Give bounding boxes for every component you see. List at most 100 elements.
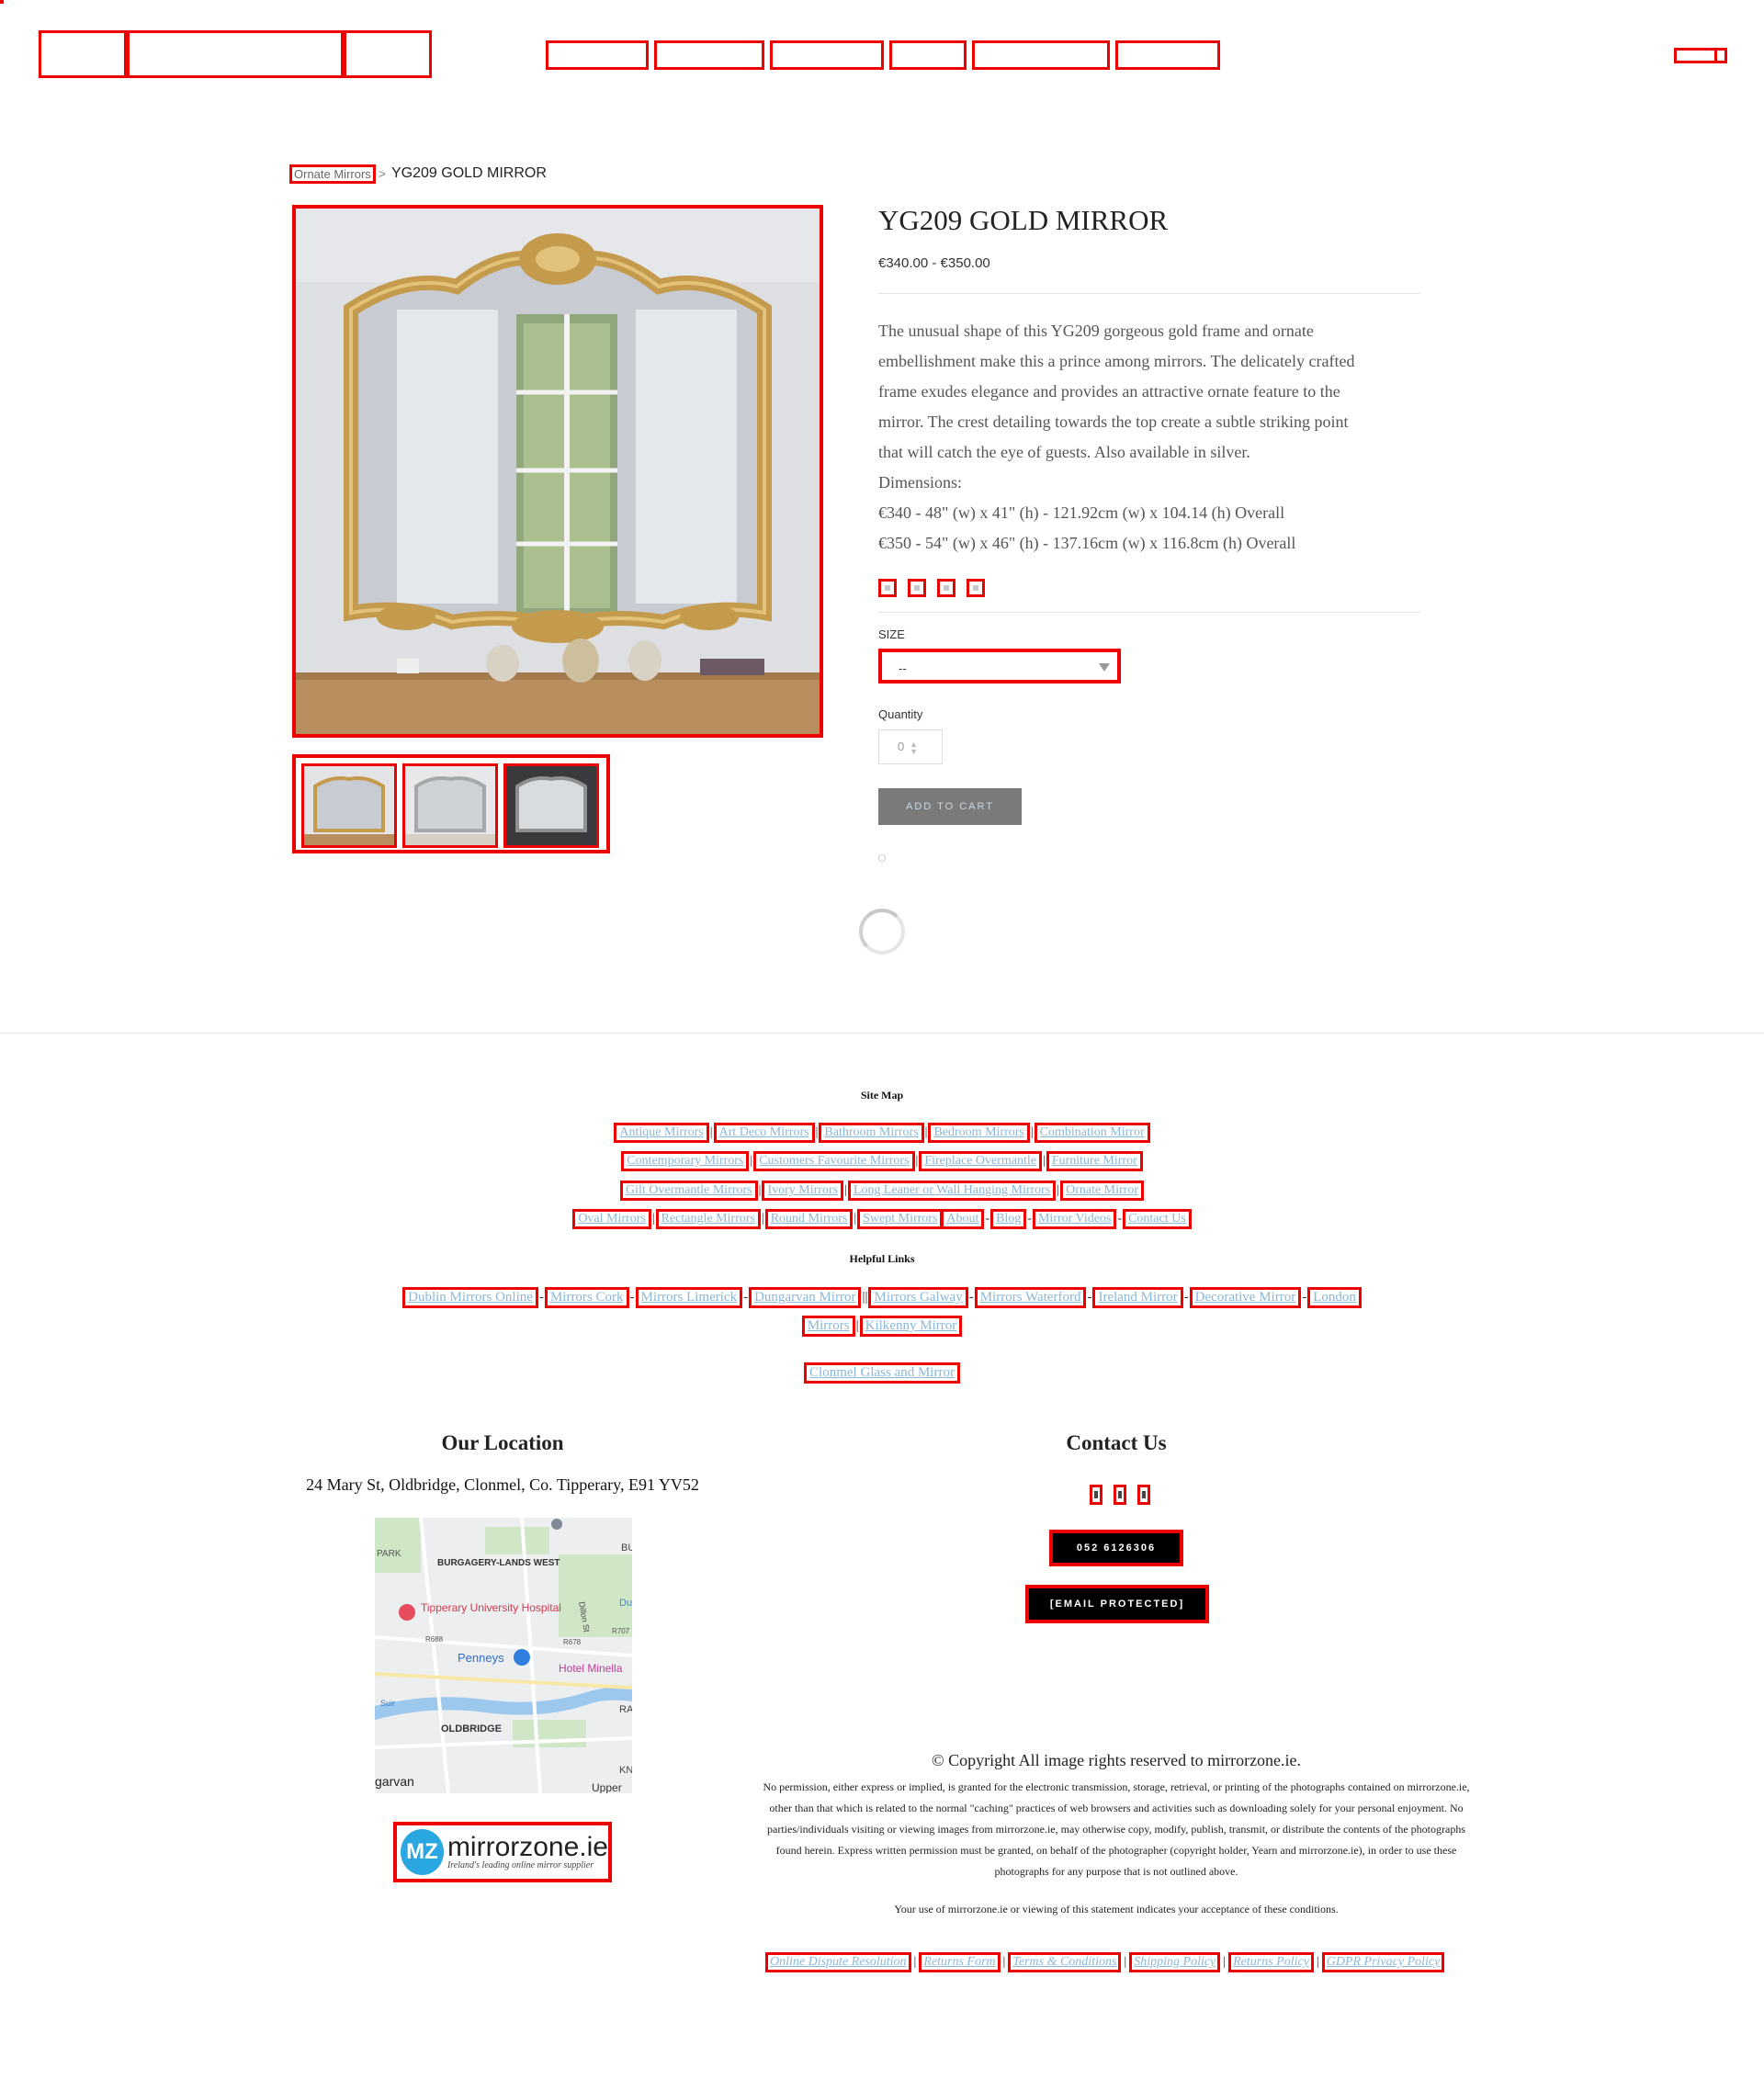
separator: | bbox=[758, 1183, 762, 1197]
link-decorative-mirror[interactable]: Decorative Mirror bbox=[1189, 1287, 1302, 1308]
email-share-icon[interactable] bbox=[967, 579, 985, 597]
link-combination-mirror[interactable]: Combination Mirror bbox=[1034, 1123, 1150, 1143]
stepper-arrows-icon[interactable]: ▲ ▼ bbox=[910, 740, 918, 756]
logo-part-1[interactable] bbox=[39, 30, 127, 78]
twitter-icon[interactable] bbox=[908, 579, 926, 597]
thumb-gold-illustration bbox=[304, 766, 394, 845]
link-mirror-videos[interactable]: Mirror Videos bbox=[1032, 1209, 1117, 1229]
cart-icon[interactable] bbox=[1674, 48, 1727, 63]
link-gilt-overmantle[interactable]: Gilt Overmantle Mirrors bbox=[620, 1181, 758, 1201]
link-london-mirrors-cont[interactable]: Mirrors bbox=[801, 1316, 855, 1337]
nav-item-5[interactable] bbox=[972, 40, 1110, 70]
link-fireplace-overmantle[interactable]: Fireplace Overmantle bbox=[919, 1151, 1043, 1171]
link-shipping-policy[interactable]: Shipping Policy bbox=[1129, 1952, 1221, 1972]
thumbnail-1[interactable] bbox=[301, 763, 397, 848]
link-mirrors-waterford[interactable]: Mirrors Waterford bbox=[974, 1287, 1087, 1308]
link-ornate-mirror[interactable]: Ornate Mirror bbox=[1060, 1181, 1144, 1201]
quantity-value: 0 bbox=[898, 740, 905, 753]
link-mirrors-cork[interactable]: Mirrors Cork bbox=[544, 1287, 629, 1308]
link-about[interactable]: About bbox=[941, 1209, 985, 1229]
link-round-mirrors[interactable]: Round Mirrors bbox=[764, 1209, 854, 1229]
link-ireland-mirror[interactable]: Ireland Mirror bbox=[1092, 1287, 1183, 1308]
link-dungarvan-mirror[interactable]: Dungarvan Mirror bbox=[749, 1287, 862, 1308]
link-returns-form[interactable]: Returns Form bbox=[919, 1952, 1001, 1972]
separator: | bbox=[815, 1125, 819, 1139]
product-main-image[interactable] bbox=[292, 205, 823, 738]
location-map[interactable]: PARK BURGAGERY-LANDS WEST Tipperary Univ… bbox=[375, 1518, 632, 1793]
separator: || bbox=[862, 1290, 868, 1305]
quantity-stepper[interactable]: 0 ▲ ▼ bbox=[878, 729, 943, 764]
logo-part-3[interactable] bbox=[344, 30, 432, 78]
link-dublin-mirrors[interactable]: Dublin Mirrors Online bbox=[402, 1287, 538, 1308]
nav-item-1[interactable] bbox=[546, 40, 649, 70]
link-oval-mirrors[interactable]: Oval Mirrors bbox=[572, 1209, 651, 1229]
header-logo[interactable] bbox=[39, 30, 432, 78]
link-art-deco-mirrors[interactable]: Art Deco Mirrors bbox=[713, 1123, 815, 1143]
phone-icon[interactable] bbox=[1090, 1485, 1102, 1505]
pinterest-icon[interactable] bbox=[937, 579, 956, 597]
link-london-mirrors[interactable]: London bbox=[1307, 1287, 1362, 1308]
link-returns-policy[interactable]: Returns Policy bbox=[1228, 1952, 1314, 1972]
link-antique-mirrors[interactable]: Antique Mirrors bbox=[614, 1123, 709, 1143]
site-map-row-3: Gilt Overmantle Mirrors | Ivory Mirrors | … bbox=[0, 1181, 1764, 1201]
separator: - bbox=[968, 1290, 974, 1305]
mirrorzone-logo[interactable]: MZ mirrorzone.ie Ireland's leading onlin… bbox=[393, 1822, 612, 1882]
facebook-icon[interactable] bbox=[878, 579, 897, 597]
nav-item-2[interactable] bbox=[654, 40, 764, 70]
link-bedroom-mirrors[interactable]: Bedroom Mirrors bbox=[928, 1123, 1030, 1143]
link-contact-us[interactable]: Contact Us bbox=[1123, 1209, 1192, 1229]
description-line: €340 - 48" (w) x 41" (h) - 121.92cm (w) … bbox=[878, 503, 1285, 522]
breadcrumb: Ornate Mirrors > YG209 GOLD MIRROR bbox=[289, 164, 547, 184]
mail-icon[interactable] bbox=[1114, 1485, 1126, 1505]
gold-mirror-illustration bbox=[296, 209, 820, 734]
description-line: mirror. The crest detailing towards the … bbox=[878, 412, 1349, 431]
site-map-row-4: Oval Mirrors | Rectangle Mirrors | Round M… bbox=[0, 1209, 1764, 1229]
link-swept-mirrors[interactable]: Swept Mirrors bbox=[857, 1209, 944, 1229]
separator: - bbox=[629, 1290, 635, 1305]
description-line: €350 - 54" (w) x 46" (h) - 137.16cm (w) … bbox=[878, 534, 1296, 552]
link-terms-conditions[interactable]: Terms & Conditions bbox=[1008, 1952, 1122, 1972]
phone-button[interactable]: 052 6126306 bbox=[1049, 1530, 1183, 1566]
breadcrumb-separator: > bbox=[378, 166, 386, 181]
logo-text: mirrorzone.ie bbox=[447, 1831, 608, 1862]
separator: - bbox=[1027, 1212, 1032, 1226]
link-gdpr-privacy[interactable]: GDPR Privacy Policy bbox=[1321, 1952, 1445, 1972]
link-clonmel-glass[interactable]: Clonmel Glass and Mirror bbox=[804, 1362, 960, 1384]
nav-item-6[interactable] bbox=[1115, 40, 1220, 70]
link-rectangle-mirrors[interactable]: Rectangle Mirrors bbox=[655, 1209, 761, 1229]
map-label: R678 bbox=[563, 1638, 582, 1646]
breadcrumb-link-ornate-mirrors[interactable]: Ornate Mirrors bbox=[289, 164, 376, 184]
location-pin-icon[interactable] bbox=[1137, 1485, 1150, 1505]
link-mirrors-limerick[interactable]: Mirrors Limerick bbox=[635, 1287, 743, 1308]
thumbnail-3[interactable] bbox=[503, 763, 599, 848]
description-line: frame exudes elegance and provides an at… bbox=[878, 382, 1340, 401]
nav-item-3[interactable] bbox=[770, 40, 884, 70]
size-select[interactable]: -- bbox=[878, 649, 1121, 684]
link-long-leaner[interactable]: Long Leaner or Wall Hanging Mirrors bbox=[847, 1181, 1057, 1201]
thumbnail-2[interactable] bbox=[402, 763, 498, 848]
separator: | bbox=[651, 1212, 655, 1226]
link-furniture-mirror[interactable]: Furniture Mirror bbox=[1046, 1151, 1143, 1171]
contact-title: Contact Us bbox=[1066, 1431, 1167, 1454]
nav-item-4[interactable] bbox=[889, 40, 967, 70]
copyright-title: © Copyright All image rights reserved to… bbox=[931, 1751, 1302, 1769]
link-blog[interactable]: Blog bbox=[990, 1209, 1027, 1229]
separator: | bbox=[1043, 1154, 1046, 1168]
separator: - bbox=[1183, 1290, 1189, 1305]
share-icons bbox=[878, 579, 1420, 597]
link-online-dispute[interactable]: Online Dispute Resolution bbox=[765, 1952, 911, 1972]
link-kilkenny-mirror[interactable]: Kilkenny Mirror bbox=[859, 1316, 963, 1337]
add-to-cart-button[interactable]: ADD TO CART bbox=[878, 788, 1022, 825]
map-label: OLDBRIDGE bbox=[441, 1723, 502, 1734]
link-contemporary-mirrors[interactable]: Contemporary Mirrors bbox=[621, 1151, 750, 1171]
logo-part-2[interactable] bbox=[127, 30, 344, 78]
separator: - bbox=[1117, 1212, 1123, 1226]
link-mirrors-galway[interactable]: Mirrors Galway bbox=[868, 1287, 968, 1308]
copyright-note: Your use of mirrorzone.ie or viewing of … bbox=[894, 1903, 1339, 1915]
copyright-body: No permission, either express or implied… bbox=[763, 1780, 1470, 1878]
link-customers-favourite[interactable]: Customers Favourite Mirrors bbox=[753, 1151, 915, 1171]
email-button[interactable]: [EMAIL PROTECTED] bbox=[1025, 1585, 1209, 1623]
link-bathroom-mirrors[interactable]: Bathroom Mirrors bbox=[819, 1123, 924, 1143]
product-title: YG209 GOLD MIRROR bbox=[878, 204, 1169, 236]
link-ivory-mirrors[interactable]: Ivory Mirrors bbox=[762, 1181, 844, 1201]
